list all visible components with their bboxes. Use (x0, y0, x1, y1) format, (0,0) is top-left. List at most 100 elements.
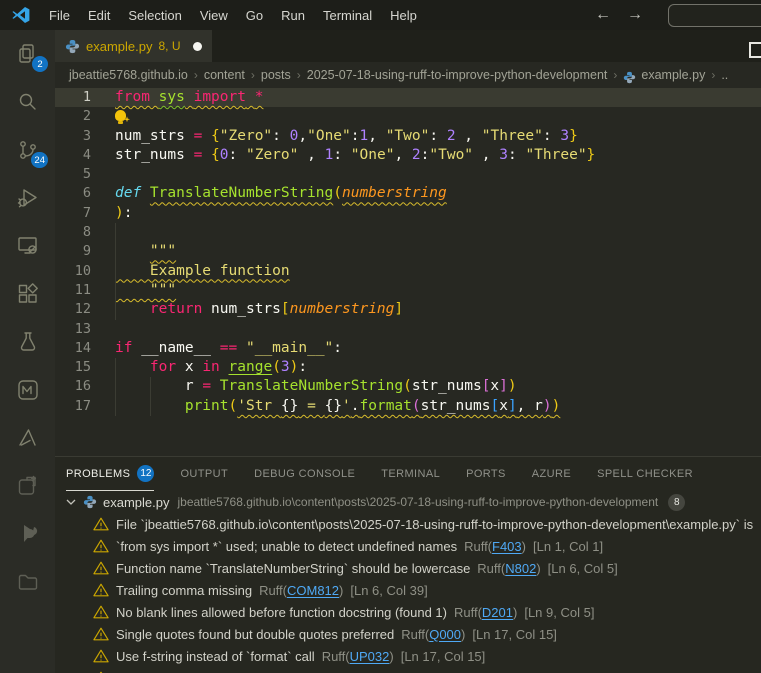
activity-extensions[interactable] (0, 270, 55, 318)
code-line[interactable]: 11 """ (55, 280, 761, 301)
menu-help[interactable]: Help (381, 4, 426, 27)
breadcrumb-item[interactable]: jbeattie5768.github.io (69, 68, 188, 82)
activity-explorer[interactable]: 2 (0, 30, 55, 78)
panel-tab-azure[interactable]: AZURE (532, 457, 571, 491)
code-token: ] (499, 378, 508, 395)
breadcrumb-item[interactable]: 2025-07-18-using-ruff-to-improve-python-… (307, 68, 608, 82)
activity-search[interactable] (0, 78, 55, 126)
chevron-down-icon (66, 499, 76, 505)
breadcrumb-separator-icon: › (193, 68, 198, 82)
problem-row[interactable]: `from sys import *` used; unable to dete… (55, 535, 761, 557)
line-number: 11 (74, 281, 91, 298)
code-line[interactable]: 16 r = TranslateNumberString(str_nums[x]… (55, 377, 761, 397)
breadcrumb-item[interactable]: content (204, 68, 245, 82)
problem-row[interactable]: File `jbeattie5768.github.io\content\pos… (55, 513, 761, 535)
problem-row[interactable]: Use f-string instead of `format` call Ruf… (55, 645, 761, 667)
problem-source-close: ) (521, 538, 526, 554)
code-line[interactable]: 15 for x in range(3): (55, 358, 761, 378)
code-token: 2 (446, 127, 456, 144)
line-number: 17 (74, 397, 91, 414)
code-line[interactable]: 4 str_nums = {0: "Zero" , 1: "One", 2: "Tw… (55, 146, 761, 165)
menu-run[interactable]: Run (272, 4, 314, 27)
panel-tab-debug-console[interactable]: DEBUG CONSOLE (254, 457, 355, 491)
code-line[interactable]: 8 (55, 223, 761, 243)
vscode-window: File Edit Selection View Go Run Terminal Help ←… (0, 0, 761, 673)
problem-source-name: Ruff( (259, 582, 287, 598)
code-line[interactable]: 1 from sys import * (55, 88, 761, 108)
breadcrumb-separator-icon: › (296, 68, 301, 82)
problems-file-group[interactable]: example.py jbeattie5768.github.io\conten… (55, 491, 761, 513)
problem-rule-link[interactable]: UP032 (350, 649, 390, 664)
panel-tab-ports[interactable]: PORTS (466, 457, 506, 491)
code-line[interactable]: 5 (55, 165, 761, 184)
line-number: 6 (82, 185, 91, 202)
menu-go[interactable]: Go (237, 4, 272, 27)
panel-tab-spell-checker[interactable]: SPELL CHECKER (597, 457, 693, 491)
problem-source-name: Ruff( (464, 538, 493, 554)
menu-view[interactable]: View (191, 4, 237, 27)
menu-terminal[interactable]: Terminal (314, 4, 381, 27)
tab-example-py[interactable]: example.py 8, U (55, 30, 212, 62)
problem-rule-link[interactable]: N802 (505, 561, 536, 576)
code-content: """ (115, 281, 176, 300)
code-line[interactable]: 14 if __name__ == "__main__": (55, 339, 761, 358)
warning-icon (93, 649, 109, 663)
code-token: TranslateNumberString (149, 185, 334, 202)
problem-rule-link[interactable]: COM812 (287, 583, 339, 598)
lightbulb-icon[interactable] (115, 110, 126, 125)
panel-tab-terminal[interactable]: TERMINAL (381, 457, 440, 491)
command-center-search[interactable] (668, 4, 761, 27)
code-line[interactable]: 13 (55, 320, 761, 339)
problem-message: Use f-string instead of `format` call (116, 648, 315, 664)
code-line[interactable]: 10 Example function (55, 261, 761, 281)
indent-guide (115, 242, 116, 262)
menu-selection[interactable]: Selection (119, 4, 190, 27)
nav-back-icon[interactable]: ← (595, 6, 611, 24)
problem-row[interactable]: Single quotes found but double quotes pr… (55, 623, 761, 645)
panel-tab-problems[interactable]: PROBLEMS 12 (66, 457, 155, 491)
breadcrumb-item[interactable]: example.py (641, 68, 705, 82)
code-line[interactable]: 2 (55, 107, 761, 126)
code-line[interactable]: 3 num_strs = {"Zero": 0,"One":1, "Two": 2… (55, 127, 761, 146)
indent-guide (115, 223, 116, 243)
panel-tab-output[interactable]: OUTPUT (180, 457, 228, 491)
code-line[interactable]: 6 def TranslateNumberString(numberstring (55, 184, 761, 203)
code-line[interactable]: 17 print('Str {} = {}'.format(str_nums[x… (55, 396, 761, 417)
problem-row[interactable]: Function name `TranslateNumberString` sh… (55, 557, 761, 579)
activity-run-debug[interactable] (0, 174, 55, 222)
problem-rule-link[interactable]: D201 (482, 605, 513, 620)
breadcrumb-item[interactable]: .. (721, 68, 728, 82)
code-token: x (176, 359, 203, 376)
editor-action-icon[interactable] (749, 42, 761, 58)
problem-rule-link[interactable]: Q000 (429, 627, 461, 642)
problem-rule-link[interactable]: F403 (492, 539, 522, 554)
activity-pylance-extension[interactable] (0, 510, 55, 558)
code-token: "One" (350, 146, 395, 163)
problem-row[interactable]: Trailing comma missing Ruff(COM812) [Ln 6,… (55, 579, 761, 601)
problem-location: [Ln 1, Col 1] (533, 538, 604, 554)
activity-remote-repositories[interactable] (0, 462, 55, 510)
extensions-icon (18, 283, 38, 303)
problem-row[interactable]: No blank lines allowed before function d… (55, 601, 761, 623)
dirty-indicator-icon[interactable] (192, 41, 202, 51)
code-editor[interactable]: 1 from sys import * 2 3 num_strs = {"Zero": … (55, 88, 761, 456)
nav-forward-icon[interactable]: → (627, 6, 643, 24)
problem-row[interactable]: No newline at end of fileRuff(W292)[Ln 1… (55, 667, 761, 673)
code-line[interactable]: 9 """ (55, 242, 761, 262)
code-line[interactable]: 12 return num_strs[numberstring] (55, 300, 761, 320)
activity-markdown-extension[interactable] (0, 366, 55, 414)
warning-icon (93, 605, 109, 619)
activity-source-control[interactable]: 24 (0, 126, 55, 174)
menu-edit[interactable]: Edit (79, 4, 119, 27)
activity-azure[interactable] (0, 414, 55, 462)
code-line[interactable]: 7): (55, 204, 761, 223)
breadcrumb-item[interactable]: posts (261, 68, 291, 82)
activity-testing[interactable] (0, 318, 55, 366)
activity-remote-explorer[interactable] (0, 222, 55, 270)
problems-count-badge: 12 (137, 465, 155, 482)
menu-file[interactable]: File (40, 4, 79, 27)
activity-project-folder[interactable] (0, 558, 55, 606)
